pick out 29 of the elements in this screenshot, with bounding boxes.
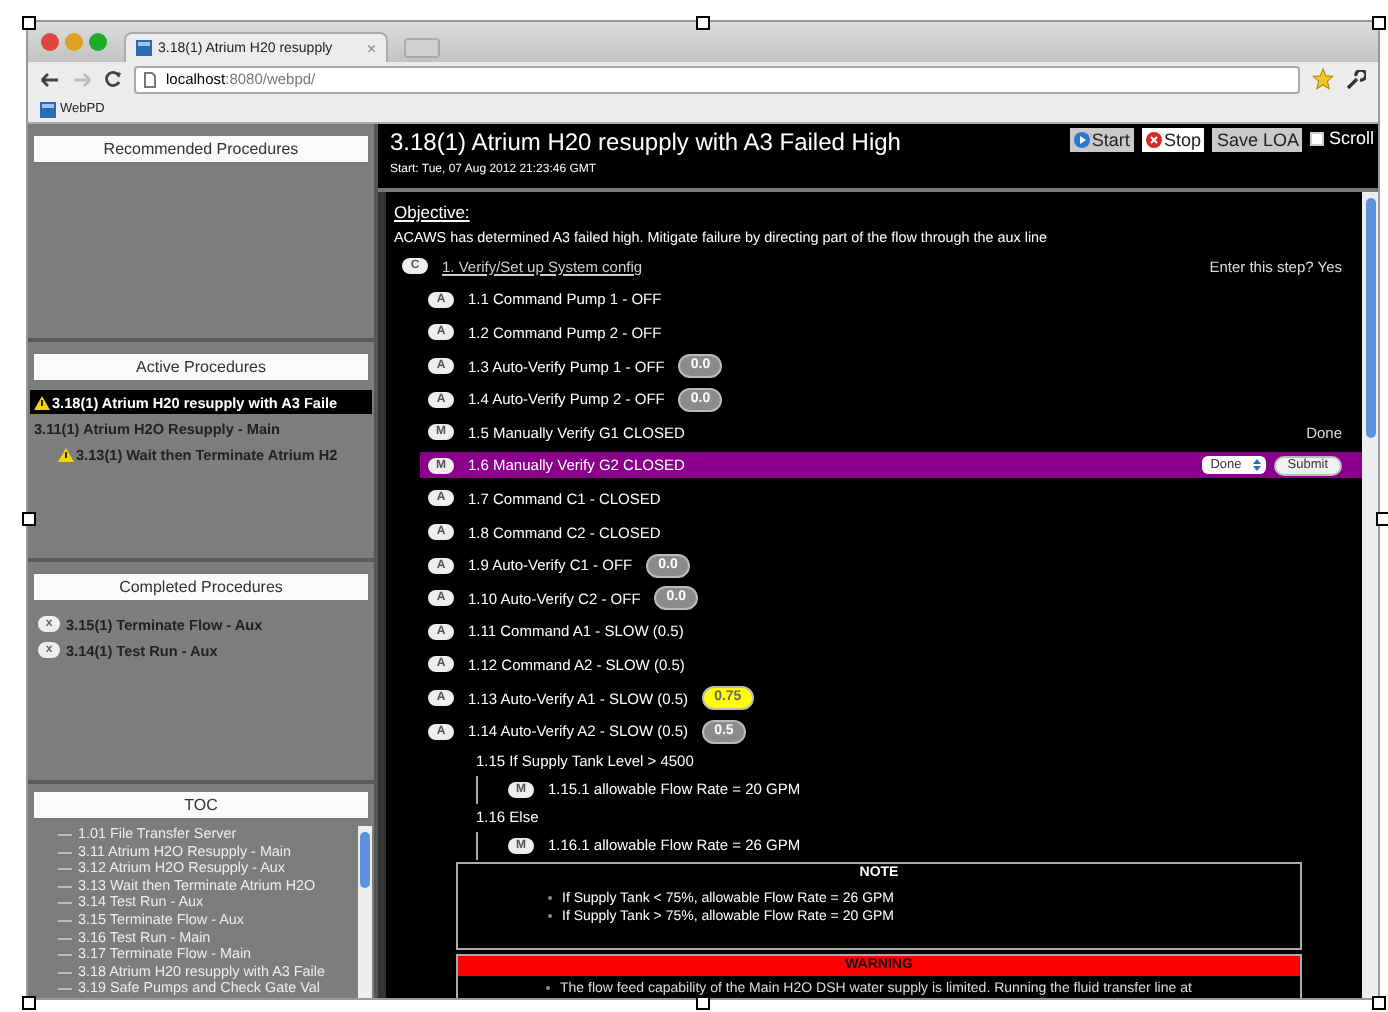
objective-heading: Objective: bbox=[394, 202, 470, 222]
section-header: Recommended Procedures bbox=[34, 136, 368, 162]
resize-handle[interactable] bbox=[696, 996, 710, 1010]
wrench-icon[interactable] bbox=[1346, 69, 1366, 89]
section-header: Completed Procedures bbox=[34, 573, 368, 600]
resize-handle[interactable] bbox=[22, 512, 36, 526]
reload-icon[interactable] bbox=[104, 70, 122, 88]
scroll-checkbox[interactable] bbox=[1310, 131, 1325, 145]
resize-handle[interactable] bbox=[696, 16, 710, 30]
page-icon bbox=[40, 101, 56, 117]
procedure-title: 3.18(1) Atrium H20 resupply with A3 Failed High bbox=[390, 128, 903, 156]
page-icon bbox=[136, 40, 152, 56]
section-header: TOC bbox=[34, 792, 368, 819]
save-button[interactable]: Save LOA bbox=[1212, 128, 1303, 152]
stop-button[interactable]: Stop bbox=[1141, 128, 1205, 152]
back-icon[interactable] bbox=[40, 71, 60, 87]
stop-icon bbox=[1145, 132, 1162, 148]
resize-handle[interactable] bbox=[22, 16, 36, 30]
checkbox-label: Scroll bbox=[1328, 128, 1374, 148]
page-icon bbox=[144, 71, 156, 87]
section-header: Active Procedures bbox=[34, 354, 368, 381]
start-button[interactable]: Start bbox=[1069, 128, 1134, 152]
resize-handle[interactable] bbox=[22, 996, 36, 1010]
resize-handle[interactable] bbox=[1372, 16, 1386, 30]
resize-handle[interactable] bbox=[1376, 512, 1388, 526]
play-icon bbox=[1073, 132, 1090, 148]
resize-handle[interactable] bbox=[1372, 996, 1386, 1010]
star-icon[interactable] bbox=[1312, 68, 1334, 90]
stepper-arrows-icon bbox=[1251, 458, 1262, 473]
